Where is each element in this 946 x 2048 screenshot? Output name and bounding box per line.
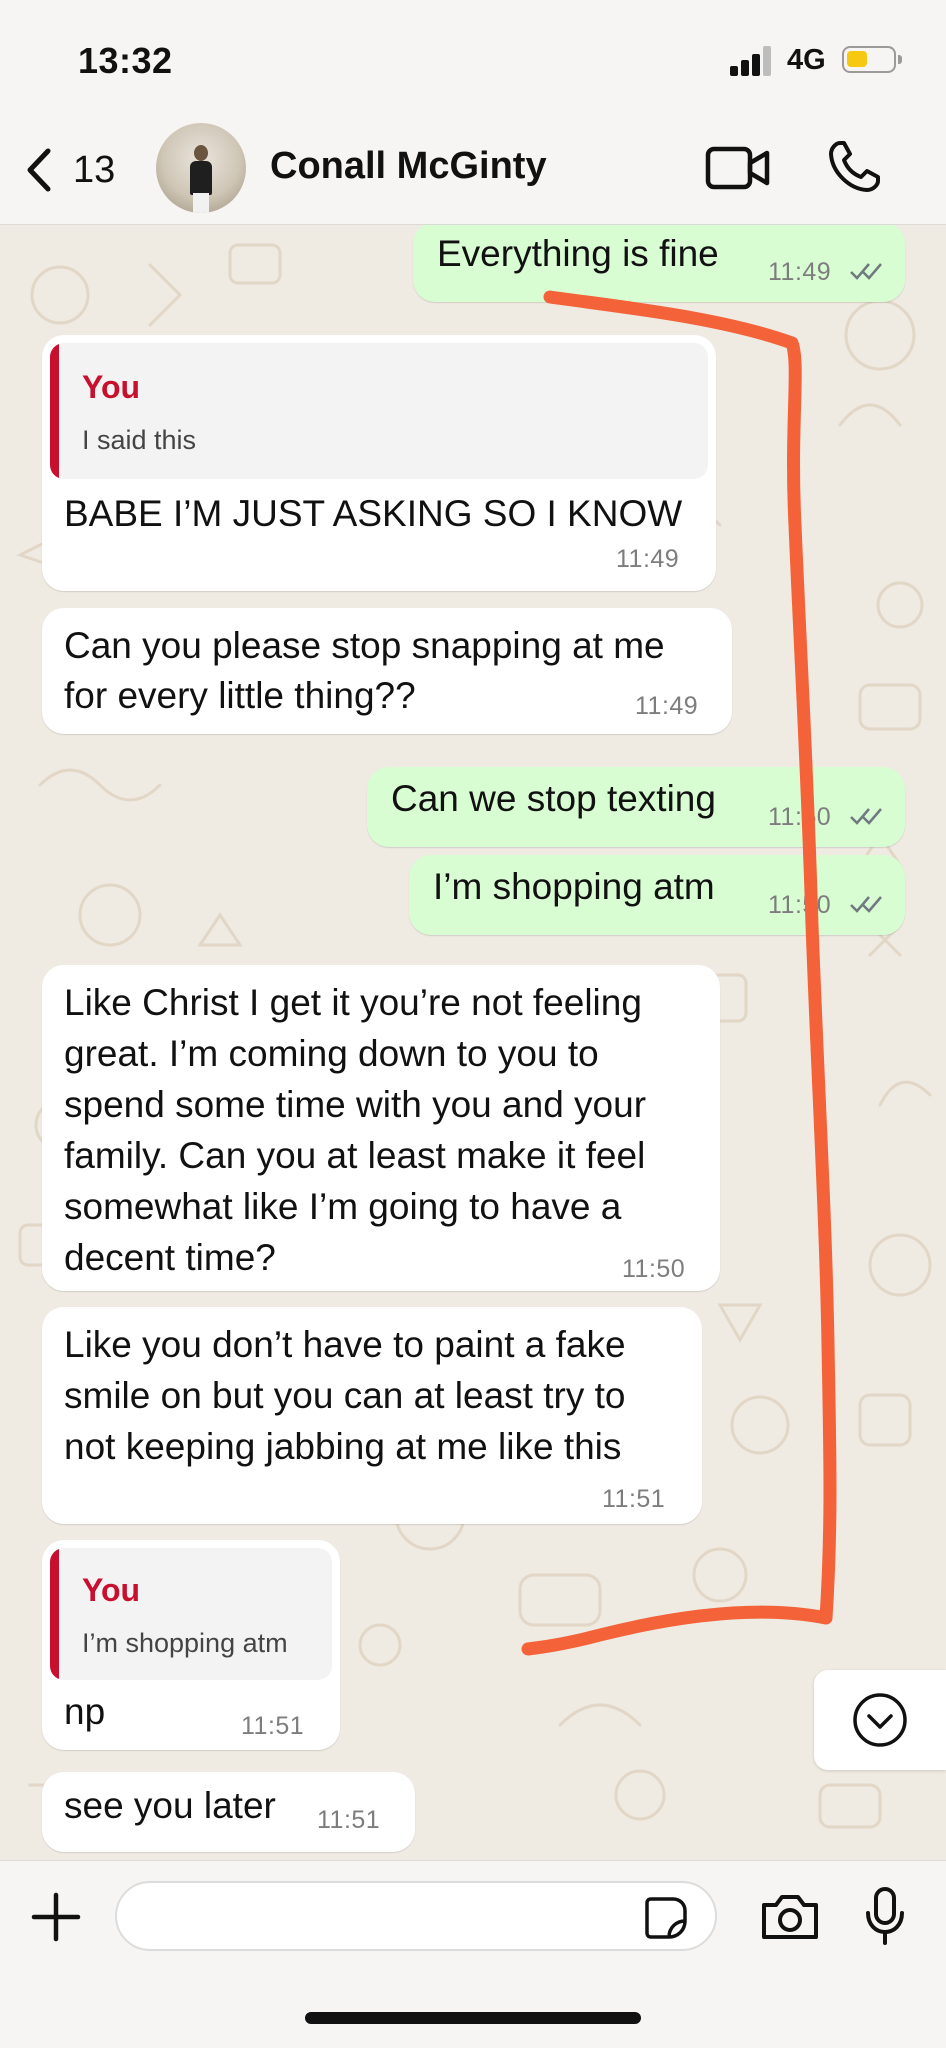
- read-receipt-icon: [850, 896, 882, 913]
- reply-text: I’m shopping atm: [82, 1628, 288, 1658]
- message-text-line: family. Can you at least make it feel: [64, 1135, 646, 1176]
- message-text-line: smile on but you can at least try to: [64, 1375, 626, 1416]
- message-text: BABE I’M JUST ASKING SO I KNOW: [64, 493, 683, 534]
- reply-text: I said this: [82, 425, 197, 455]
- message-bubble-incoming[interactable]: Like Christ I get it you’re not feeling …: [42, 965, 720, 1291]
- message-time: 11:50: [622, 1255, 686, 1283]
- message-bubble-incoming[interactable]: see you later 11:51: [42, 1772, 415, 1852]
- camera-icon[interactable]: [760, 1891, 820, 1943]
- contact-avatar[interactable]: [156, 123, 246, 213]
- message-time: 11:51: [317, 1806, 381, 1834]
- message-text-line: Like Christ I get it you’re not feeling: [64, 982, 642, 1023]
- message-text-line: great. I’m coming down to you to: [64, 1033, 599, 1074]
- message-input[interactable]: [115, 1881, 717, 1951]
- video-call-icon[interactable]: [705, 143, 771, 193]
- battery-fill: [847, 51, 867, 67]
- message-time: 11:49: [635, 692, 699, 720]
- message-bubble-incoming[interactable]: Can you please stop snapping at me for e…: [42, 608, 732, 734]
- reply-author: You: [82, 369, 141, 405]
- message-bubble-outgoing[interactable]: Everything is fine 11:49: [413, 225, 905, 302]
- message-text-line: somewhat like I’m going to have a: [64, 1186, 622, 1227]
- message-text-line: for every little thing??: [64, 675, 416, 716]
- message-list[interactable]: Everything is fine 11:49 You I said this…: [0, 225, 946, 1860]
- contact-name[interactable]: Conall McGinty: [270, 145, 547, 188]
- message-text-line: not keeping jabbing at me like this: [64, 1426, 622, 1467]
- chat-header: 13 Conall McGinty: [0, 115, 946, 225]
- quoted-reply[interactable]: You I’m shopping atm: [50, 1548, 332, 1680]
- battery-icon: [842, 46, 902, 73]
- voice-call-icon[interactable]: [826, 139, 882, 195]
- read-receipt-icon: [850, 263, 882, 280]
- reply-accent-bar: [50, 1548, 59, 1680]
- sticker-icon[interactable]: [643, 1895, 689, 1941]
- message-text: Can we stop texting: [391, 778, 716, 819]
- message-time: 11:51: [602, 1485, 666, 1513]
- message-time: 11:50: [768, 891, 832, 919]
- reply-accent-bar: [50, 343, 59, 479]
- message-text: np: [64, 1691, 106, 1732]
- message-bubble-incoming[interactable]: Like you don’t have to paint a fake smil…: [42, 1307, 702, 1524]
- message-composer: [0, 1860, 946, 2048]
- message-text: see you later: [64, 1785, 276, 1826]
- quoted-reply[interactable]: You I said this: [50, 343, 708, 479]
- read-receipt-icon: [850, 808, 882, 825]
- microphone-icon[interactable]: [863, 1885, 907, 1947]
- network-type: 4G: [787, 44, 826, 76]
- signal-strength-icon: [730, 44, 774, 76]
- message-text-line: decent time?: [64, 1237, 276, 1278]
- message-bubble-outgoing[interactable]: I’m shopping atm 11:50: [409, 855, 905, 935]
- message-bubble-incoming[interactable]: You I said this BABE I’M JUST ASKING SO …: [42, 335, 716, 591]
- message-bubble-incoming[interactable]: You I’m shopping atm np 11:51: [42, 1540, 340, 1750]
- message-time: 11:49: [768, 258, 832, 286]
- reply-author: You: [82, 1572, 141, 1608]
- back-chevron-icon[interactable]: [20, 145, 60, 195]
- scroll-to-bottom-button[interactable]: [814, 1670, 946, 1770]
- message-text: Everything is fine: [437, 233, 719, 274]
- message-time: 11:49: [616, 545, 680, 573]
- unread-count[interactable]: 13: [73, 149, 115, 192]
- home-indicator: [305, 2012, 641, 2024]
- message-text-line: Can you please stop snapping at me: [64, 625, 665, 666]
- status-time: 13:32: [78, 40, 173, 81]
- message-text: I’m shopping atm: [433, 866, 715, 907]
- message-time: 11:51: [241, 1712, 305, 1740]
- plus-icon[interactable]: [30, 1891, 82, 1943]
- status-bar: 13:32 4G: [0, 0, 946, 115]
- message-time: 11:50: [768, 803, 832, 831]
- chevron-down-circle-icon: [853, 1693, 907, 1747]
- message-text-line: spend some time with you and your: [64, 1084, 647, 1125]
- message-bubble-outgoing[interactable]: Can we stop texting 11:50: [367, 767, 905, 847]
- message-text-line: Like you don’t have to paint a fake: [64, 1324, 626, 1365]
